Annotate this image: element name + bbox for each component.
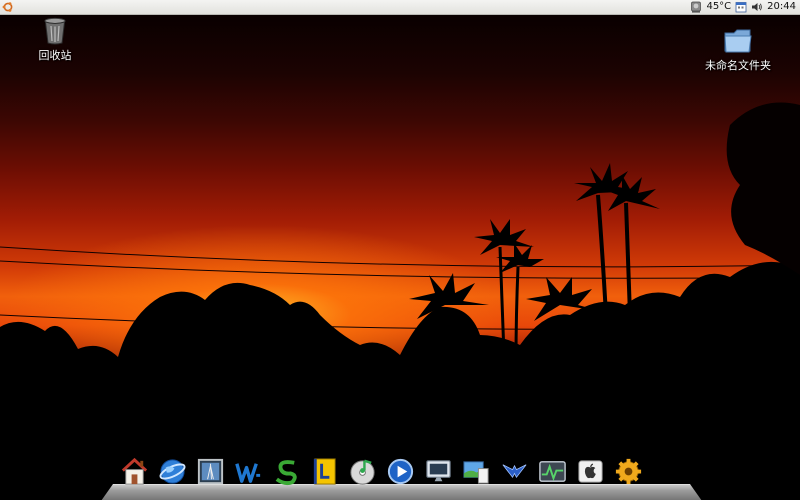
music-disc-icon: [350, 459, 375, 485]
bird-emblem-icon: [502, 464, 527, 479]
gear-settings-icon: [615, 458, 642, 485]
desktop-icon-trash[interactable]: 回收站: [15, 17, 95, 63]
dock-item-w-app[interactable]: [232, 455, 265, 488]
desktop-icon-untitled-folder[interactable]: 未命名文件夹: [698, 27, 778, 73]
monitor-display-icon: [426, 460, 451, 482]
dock-item-apple[interactable]: [574, 455, 607, 488]
system-monitor-icon: [539, 461, 566, 482]
desktop: 45°C 20:44 回收站 未命名文件夹: [0, 0, 800, 500]
picture-frame-icon: [197, 458, 224, 485]
dock-item-s-app[interactable]: [270, 455, 303, 488]
wizard-w-icon: [235, 463, 261, 483]
dock-item-dictionary[interactable]: [308, 455, 341, 488]
clock[interactable]: 20:44: [767, 0, 796, 14]
dock-item-display[interactable]: [422, 455, 455, 488]
dock: [118, 452, 648, 488]
home-icon: [121, 457, 148, 485]
desktop-icon-label: 未命名文件夹: [705, 59, 771, 72]
image-viewer-icon: [463, 461, 489, 484]
trash-icon: [44, 17, 66, 45]
web-browser-globe-icon: [159, 459, 186, 484]
top-panel: 45°C 20:44: [0, 0, 800, 15]
folder-icon: [724, 29, 752, 53]
speaker-volume-icon[interactable]: [751, 1, 763, 13]
dock-item-music[interactable]: [346, 455, 379, 488]
apple-logo-icon: [578, 460, 603, 483]
dictionary-l-icon: [313, 458, 336, 485]
temperature-readout[interactable]: 45°C: [706, 0, 731, 14]
media-player-icon: [387, 458, 414, 485]
system-tray: 45°C 20:44: [690, 0, 796, 14]
dock-item-home[interactable]: [118, 455, 151, 488]
desktop-icon-label: 回收站: [38, 49, 72, 62]
ubuntu-logo-icon[interactable]: [2, 1, 14, 13]
dock-item-bird-app[interactable]: [498, 455, 531, 488]
dock-item-media-player[interactable]: [384, 455, 417, 488]
hard-disk-icon[interactable]: [690, 1, 702, 13]
dock-item-system-monitor[interactable]: [536, 455, 569, 488]
dock-item-image-viewer[interactable]: [460, 455, 493, 488]
sunset-silhouette-illustration: [0, 102, 800, 500]
dock-item-web-browser[interactable]: [156, 455, 189, 488]
calendar-icon[interactable]: [735, 1, 747, 13]
green-s-app-icon: [275, 460, 297, 486]
wallpaper: [0, 15, 800, 500]
dock-item-photo[interactable]: [194, 455, 227, 488]
dock-item-settings[interactable]: [612, 455, 645, 488]
